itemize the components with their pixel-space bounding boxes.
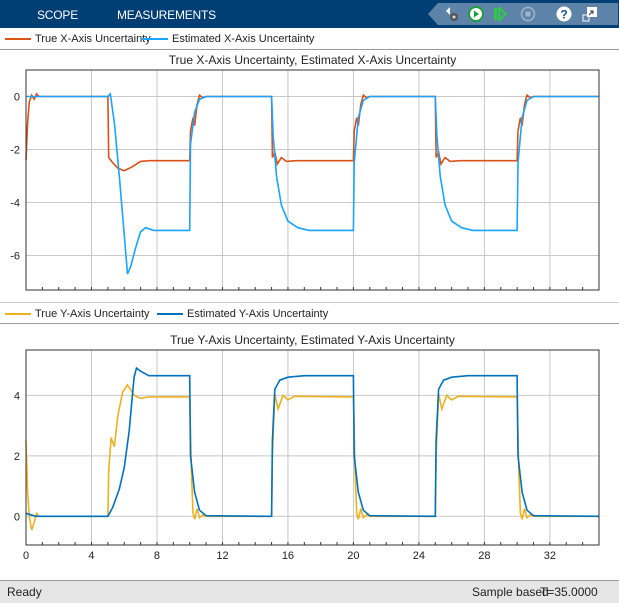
x-tick-label: 12 [216,550,228,562]
x-tick-label: 32 [544,550,556,562]
help-icon[interactable]: ? [556,6,572,22]
undock-icon[interactable] [582,6,598,22]
step-forward-icon[interactable] [492,6,508,22]
y-tick-label: -4 [10,198,20,210]
legend-line [142,38,168,40]
chart-title: True Y-Axis Uncertainty, Estimated Y-Axi… [170,333,455,347]
legend-x: True X-Axis Uncertainty Estimated X-Axis… [0,28,619,50]
tab-measurements[interactable]: MEASUREMENTS [117,8,216,22]
x-tick-label: 28 [478,550,490,562]
sim-time: T=35.0000 [540,585,598,599]
legend-label: True Y-Axis Uncertainty [35,308,150,320]
x-tick-label: 20 [347,550,359,562]
legend-label: True X-Axis Uncertainty [35,33,151,45]
legend-item-est-y[interactable]: Estimated Y-Axis Uncertainty [157,308,328,320]
legend-item-est-x[interactable]: Estimated X-Axis Uncertainty [142,33,314,45]
legend-line [157,313,183,315]
plot-y-uncertainty[interactable]: True Y-Axis Uncertainty, Estimated Y-Axi… [0,325,619,580]
stop-icon[interactable] [520,6,536,22]
legend-line [5,38,31,40]
x-tick-label: 4 [88,550,94,562]
chart-title: True X-Axis Uncertainty, Estimated X-Axi… [169,53,456,67]
legend-label: Estimated Y-Axis Uncertainty [187,308,329,320]
tab-scope[interactable]: SCOPE [37,8,78,22]
y-tick-label: 0 [14,511,20,523]
run-icon[interactable] [468,6,484,22]
quick-access-toolbar: ? [428,3,618,25]
axes-box [25,349,600,546]
y-tick-label: 4 [14,390,20,402]
status-text: Ready [7,585,42,599]
x-tick-label: 24 [413,550,425,562]
toolstrip: SCOPE MEASUREMENTS ? [0,0,619,28]
y-tick-label: -2 [10,145,20,157]
x-tick-label: 16 [282,550,294,562]
legend-y: True Y-Axis Uncertainty Estimated Y-Axis… [0,302,619,324]
status-bar: Ready Sample based T=35.0000 [0,580,619,603]
y-tick-label: 2 [14,451,20,463]
x-tick-label: 0 [23,550,29,562]
x-tick-label: 8 [154,550,160,562]
series-line-1 [26,92,599,275]
legend-item-true-x[interactable]: True X-Axis Uncertainty [5,33,151,45]
legend-line [5,313,31,315]
legend-item-true-y[interactable]: True Y-Axis Uncertainty [5,308,150,320]
sample-mode: Sample based [472,585,549,599]
y-tick-label: -6 [10,251,20,263]
plot-x-uncertainty[interactable]: True X-Axis Uncertainty, Estimated X-Axi… [0,50,619,302]
legend-label: Estimated X-Axis Uncertainty [172,33,315,45]
y-tick-label: 0 [14,92,20,104]
svg-text:?: ? [560,8,567,22]
settings-icon[interactable] [444,6,460,22]
